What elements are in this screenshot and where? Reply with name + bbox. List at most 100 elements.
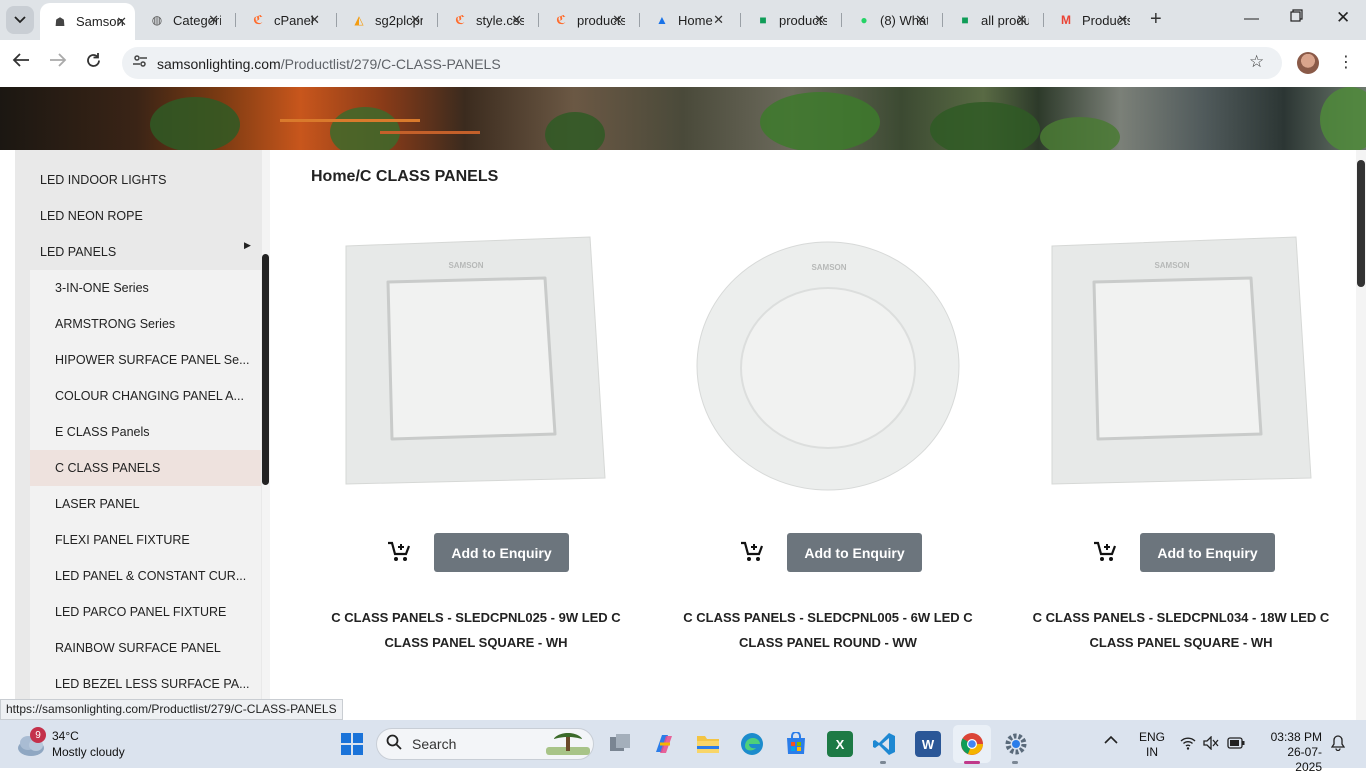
sidebar-item[interactable]: RAINBOW SURFACE PANEL (30, 630, 261, 666)
close-tab-icon[interactable]: ✕ (1117, 12, 1128, 28)
sidebar-scrollbar-thumb[interactable] (262, 254, 269, 485)
site-info-icon[interactable] (132, 53, 148, 72)
word-icon[interactable]: W (915, 731, 941, 757)
cart-icon[interactable] (387, 541, 411, 563)
add-to-enquiry-button[interactable]: Add to Enquiry (787, 533, 922, 572)
store-icon[interactable] (783, 731, 809, 757)
product-title[interactable]: C CLASS PANELS - SLEDCPNL025 - 9W LED C C… (316, 605, 636, 655)
browser-tab[interactable]: ■ products ✕ (743, 6, 833, 34)
sidebar-item[interactable]: LED INDOOR LIGHTS (15, 162, 261, 198)
browser-tab[interactable]: ■all products✕ (945, 6, 1035, 34)
product-title-line1: C CLASS PANELS - SLEDCPNL034 - 18W LED C (1032, 610, 1330, 625)
product-image[interactable]: SAMSON (1046, 232, 1316, 494)
minimize-icon[interactable]: — (1244, 10, 1259, 27)
product-title-line2: CLASS PANEL ROUND - WW (739, 635, 917, 650)
weather-temp[interactable]: 34°C (52, 729, 79, 743)
browser-tab[interactable]: M Products ✕ (1046, 6, 1136, 34)
close-tab-icon[interactable]: ✕ (208, 12, 219, 28)
sidebar-item-label: LED PANELS (40, 245, 117, 259)
browser-tab[interactable]: ℭcPanel ✕ (238, 6, 328, 34)
back-button[interactable] (12, 52, 30, 73)
sidebar-item[interactable]: LED NEON ROPE (15, 198, 261, 234)
browser-tab[interactable]: ℭproducts ✕ (541, 6, 631, 34)
close-tab-icon[interactable]: ✕ (814, 12, 825, 28)
windows-start-icon[interactable] (339, 731, 365, 757)
add-to-enquiry-button[interactable]: Add to Enquiry (434, 533, 569, 572)
close-tab-icon[interactable]: ✕ (309, 12, 320, 28)
close-tab-icon[interactable]: ✕ (713, 12, 724, 28)
sidebar-item-label: C CLASS PANELS (55, 461, 161, 475)
sidebar-item[interactable]: COLOUR CHANGING PANEL A... (30, 378, 261, 414)
brand-logo: SAMSON (1154, 261, 1189, 270)
browser-tab[interactable]: ◭sg2plcpnl✕ (339, 6, 429, 34)
close-tab-icon[interactable]: ✕ (511, 12, 522, 28)
wifi-icon[interactable] (1180, 736, 1196, 753)
volume-muted-icon[interactable] (1203, 735, 1219, 753)
sidebar-item[interactable]: LED PARCO PANEL FIXTURE (30, 594, 261, 630)
close-tab-icon[interactable]: ✕ (116, 14, 127, 30)
sidebar-item[interactable]: C CLASS PANELS (30, 450, 261, 486)
cart-icon[interactable] (740, 541, 764, 563)
close-window-icon[interactable]: ✕ (1336, 8, 1350, 28)
language-indicator[interactable]: ENG IN (1139, 730, 1165, 760)
product-image[interactable]: SAMSON (693, 232, 963, 494)
tab-separator (942, 13, 943, 27)
cpanel-icon: ℭ (455, 13, 465, 27)
sidebar-item[interactable]: LASER PANEL (30, 486, 261, 522)
close-tab-icon[interactable]: ✕ (410, 12, 421, 28)
url-text[interactable]: samsonlighting.com/Productlist/279/C-CLA… (157, 56, 501, 72)
browser-tab[interactable]: ▲ Home ✕ (642, 6, 732, 34)
excel-icon[interactable]: X (827, 731, 853, 757)
weather-condition[interactable]: Mostly cloudy (52, 745, 125, 759)
sidebar-item[interactable]: HIPOWER SURFACE PANEL Se... (30, 342, 261, 378)
tab-search-button[interactable] (6, 6, 34, 34)
bookmark-star-icon[interactable]: ☆ (1249, 52, 1264, 72)
new-tab-button[interactable]: + (1150, 8, 1162, 30)
page-scrollbar-thumb[interactable] (1357, 160, 1365, 287)
copilot-icon[interactable] (651, 731, 677, 757)
product-title[interactable]: C CLASS PANELS - SLEDCPNL005 - 6W LED C C… (668, 605, 988, 655)
tab-separator (235, 13, 236, 27)
close-tab-icon[interactable]: ✕ (915, 12, 926, 28)
browser-tab[interactable]: ●(8) WhatsApp✕ (844, 6, 934, 34)
close-tab-icon[interactable]: ✕ (1016, 12, 1027, 28)
sidebar-item[interactable]: ARMSTRONG Series (30, 306, 261, 342)
restore-icon[interactable] (1290, 9, 1303, 26)
product-title[interactable]: C CLASS PANELS - SLEDCPNL034 - 18W LED C… (1021, 605, 1341, 655)
settings-icon[interactable] (1003, 731, 1029, 757)
browser-tab[interactable]: ℭstyle.css ✕ (440, 6, 530, 34)
chrome-icon[interactable] (959, 731, 985, 757)
chevron-right-icon: ▶ (244, 240, 251, 250)
task-view-icon[interactable] (607, 731, 633, 757)
notification-bell-icon[interactable] (1330, 735, 1346, 754)
browser-menu-icon[interactable]: ⋮ (1338, 52, 1354, 72)
browser-tab[interactable]: ◍Categories✕ (137, 6, 227, 34)
sidebar-item-label: 3-IN-ONE Series (55, 281, 149, 295)
taskbar-clock[interactable]: 03:38 PM 26-07-2025 (1270, 730, 1322, 775)
sidebar-item[interactable]: FLEXI PANEL FIXTURE (30, 522, 261, 558)
sidebar-item[interactable]: LED PANEL & CONSTANT CUR... (30, 558, 261, 594)
sidebar-item-label: LED INDOOR LIGHTS (40, 173, 167, 187)
sidebar-item[interactable]: LED PANELS (15, 234, 261, 270)
file-explorer-icon[interactable] (695, 731, 721, 757)
forward-button[interactable] (49, 52, 67, 73)
product-image[interactable]: SAMSON (340, 232, 610, 494)
battery-icon[interactable] (1227, 737, 1245, 752)
tab-separator (437, 13, 438, 27)
close-tab-icon[interactable]: ✕ (612, 12, 623, 28)
sheets-icon: ■ (759, 13, 767, 27)
reload-button[interactable] (85, 52, 102, 74)
sidebar-item-label: COLOUR CHANGING PANEL A... (55, 389, 244, 403)
chevron-up-icon[interactable] (1104, 733, 1118, 748)
add-to-enquiry-button[interactable]: Add to Enquiry (1140, 533, 1275, 572)
profile-avatar[interactable] (1297, 52, 1319, 74)
sidebar-item[interactable]: LED BEZEL LESS SURFACE PA... (30, 666, 261, 700)
sidebar-item[interactable]: E CLASS Panels (30, 414, 261, 450)
url-host: samsonlighting.com (157, 56, 281, 72)
breadcrumb[interactable]: Home/C CLASS PANELS (311, 168, 498, 186)
browser-tab[interactable]: ☗Samson Lighting✕ (40, 3, 135, 40)
vscode-icon[interactable] (871, 731, 897, 757)
edge-icon[interactable] (739, 731, 765, 757)
cart-icon[interactable] (1093, 541, 1117, 563)
sidebar-item[interactable]: 3-IN-ONE Series (30, 270, 261, 306)
